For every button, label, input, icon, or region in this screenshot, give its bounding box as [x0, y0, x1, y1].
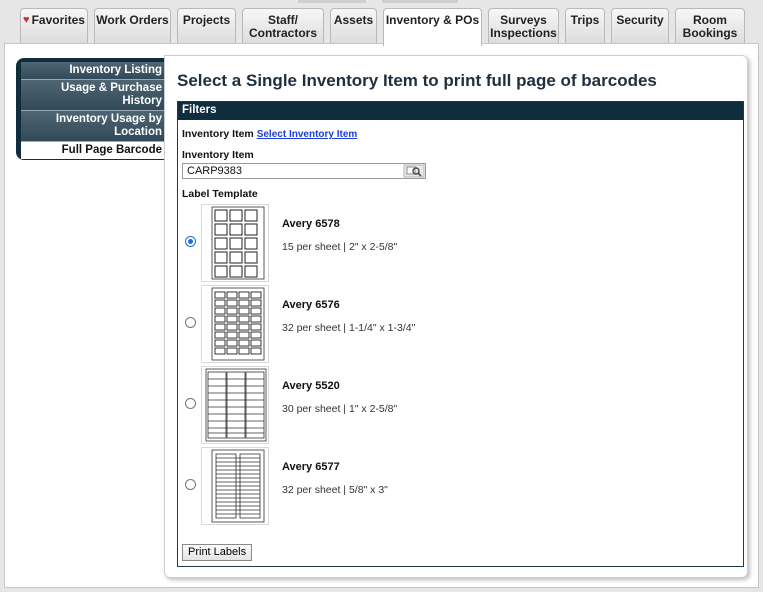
inventory-item-input[interactable]: CARP9383	[182, 163, 426, 179]
filters-header: Filters	[178, 102, 743, 120]
main-nav-tabs: ♥ Favorites Work Orders Projects Staff/ C…	[0, 0, 763, 46]
option-description: 30 per sheet | 1" x 2-5/8"	[282, 403, 398, 415]
tab-projects[interactable]: Projects	[177, 8, 236, 44]
filters-box: Filters Inventory Item Select Inventory …	[177, 101, 744, 567]
template-option-avery-6578: Avery 6578 15 per sheet | 2" x 2-5/8"	[178, 204, 738, 284]
radio-avery-6578[interactable]	[185, 236, 196, 247]
option-name: Avery 5520	[282, 380, 340, 392]
tab-inventory-pos[interactable]: Inventory & POs	[383, 8, 482, 46]
select-inventory-item-link[interactable]: Select Inventory Item	[257, 129, 358, 140]
template-option-avery-6576: Avery 6576 32 per sheet | 1-1/4" x 1-3/4…	[178, 285, 738, 365]
option-name: Avery 6577	[282, 461, 340, 473]
radio-avery-5520[interactable]	[185, 398, 196, 409]
option-description: 32 per sheet | 5/8" x 3"	[282, 484, 388, 496]
label-template-label: Label Template	[182, 188, 258, 200]
option-name: Avery 6578	[282, 218, 340, 230]
sidebar-item-full-page-barcode[interactable]: Full Page Barcode	[21, 142, 166, 159]
content-card: Select a Single Inventory Item to print …	[164, 55, 748, 578]
tab-staff-contractors[interactable]: Staff/ Contractors	[242, 8, 324, 44]
print-labels-button[interactable]: Print Labels	[182, 544, 253, 561]
tab-surveys-inspections[interactable]: Surveys Inspections	[488, 8, 559, 44]
magnifier-lookup-icon[interactable]	[403, 164, 425, 178]
option-description: 32 per sheet | 1-1/4" x 1-3/4"	[282, 322, 416, 334]
avery-6578-preview-icon	[201, 204, 269, 282]
tab-security[interactable]: Security	[611, 8, 669, 44]
sidebar: Inventory Listing Usage & Purchase Histo…	[16, 58, 166, 160]
sidebar-item-inventory-usage-by-location[interactable]: Inventory Usage by Location	[21, 111, 166, 142]
inventory-item-label: Inventory Item	[182, 128, 254, 140]
tab-favorites[interactable]: ♥ Favorites	[20, 8, 88, 44]
heart-icon: ♥	[23, 14, 30, 26]
sidebar-item-usage-purchase-history[interactable]: Usage & Purchase History	[21, 80, 166, 111]
sidebar-item-inventory-listing[interactable]: Inventory Listing	[21, 62, 166, 80]
inventory-item-field-label: Inventory Item	[182, 149, 254, 161]
tab-room-bookings[interactable]: Room Bookings	[675, 8, 745, 44]
option-description: 15 per sheet | 2" x 2-5/8"	[282, 241, 398, 253]
template-option-avery-5520: Avery 5520 30 per sheet | 1" x 2-5/8"	[178, 366, 738, 446]
radio-avery-6576[interactable]	[185, 317, 196, 328]
avery-6576-preview-icon	[201, 285, 269, 363]
page-title: Select a Single Inventory Item to print …	[177, 71, 657, 90]
tab-work-orders[interactable]: Work Orders	[94, 8, 171, 44]
avery-6577-preview-icon	[201, 447, 269, 525]
tab-trips[interactable]: Trips	[565, 8, 605, 44]
radio-avery-6577[interactable]	[185, 479, 196, 490]
tab-assets[interactable]: Assets	[330, 8, 377, 44]
template-option-avery-6577: Avery 6577 32 per sheet | 5/8" x 3"	[178, 447, 738, 527]
inventory-item-row: Inventory Item Select Inventory Item	[182, 128, 357, 140]
option-name: Avery 6576	[282, 299, 340, 311]
avery-5520-preview-icon	[201, 366, 269, 444]
